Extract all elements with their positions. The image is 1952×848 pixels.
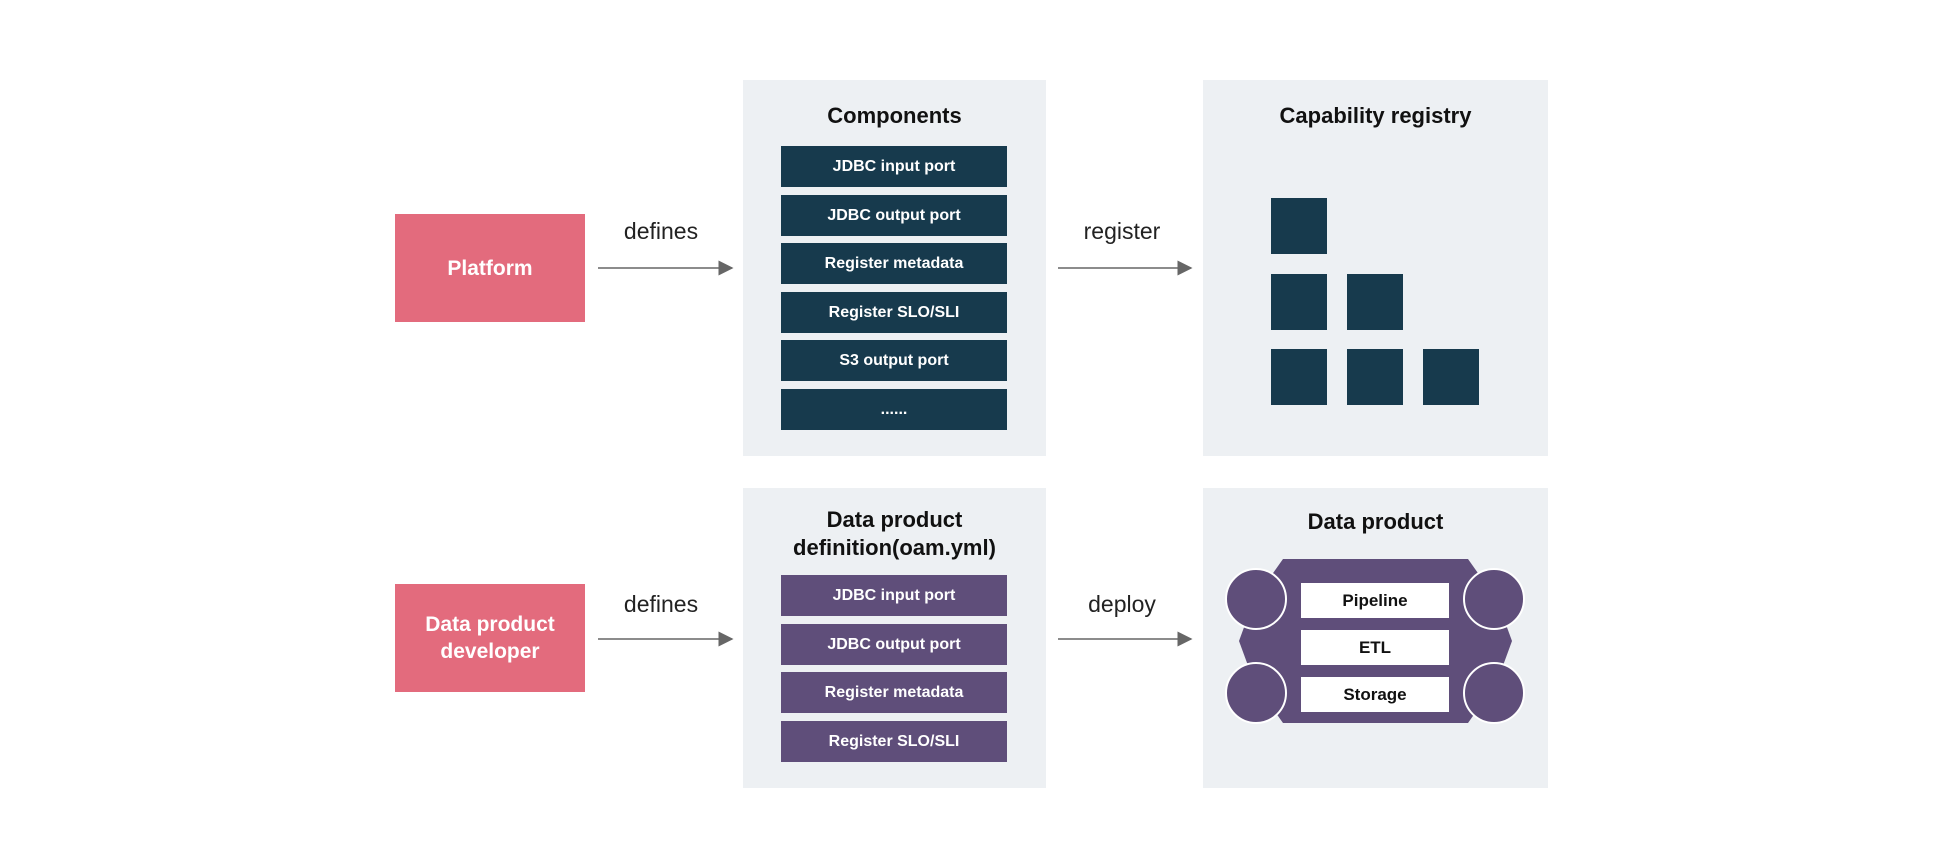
component-item: JDBC input port bbox=[781, 146, 1007, 187]
product-layer: Pipeline bbox=[1301, 583, 1449, 618]
capability-registry-title: Capability registry bbox=[1279, 103, 1472, 128]
platform-actor: Platform bbox=[395, 214, 585, 322]
registry-block bbox=[1347, 274, 1403, 330]
components-title: Components bbox=[827, 103, 962, 128]
definition-item: JDBC output port bbox=[781, 624, 1007, 665]
definition-item: Register metadata bbox=[781, 672, 1007, 713]
deploy-label: deploy bbox=[1088, 591, 1156, 617]
defines-label: defines bbox=[623, 591, 699, 617]
registry-block bbox=[1271, 349, 1327, 405]
component-item: Register SLO/SLI bbox=[781, 292, 1007, 333]
registry-block bbox=[1271, 198, 1327, 254]
component-item: Register metadata bbox=[781, 243, 1007, 284]
component-item: ...... bbox=[781, 389, 1007, 430]
definition-item: JDBC input port bbox=[781, 575, 1007, 616]
component-item: JDBC output port bbox=[781, 195, 1007, 236]
registry-block bbox=[1271, 274, 1327, 330]
product-layer: ETL bbox=[1301, 630, 1449, 665]
data-product-title: Data product bbox=[1307, 509, 1444, 534]
definition-title: Data product definition(oam.yml) bbox=[793, 507, 996, 560]
component-item: S3 output port bbox=[781, 340, 1007, 381]
product-layer: Storage bbox=[1301, 677, 1449, 712]
registry-block bbox=[1423, 349, 1479, 405]
definition-item: Register SLO/SLI bbox=[781, 721, 1007, 762]
defines-label: defines bbox=[623, 218, 699, 244]
register-label: register bbox=[1083, 218, 1161, 244]
registry-block bbox=[1347, 349, 1403, 405]
data-product-developer-actor: Data product developer bbox=[395, 584, 585, 692]
